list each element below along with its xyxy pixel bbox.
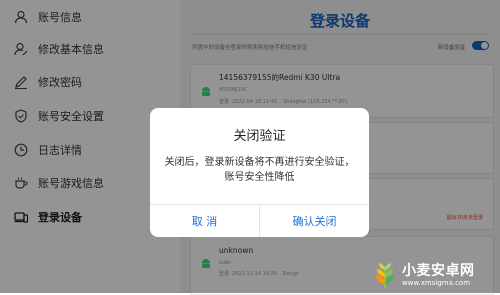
dialog-title: 关闭验证: [233, 129, 286, 144]
confirm-close-button[interactable]: 确认关闭: [260, 205, 369, 237]
watermark: 小麦安卓网 www.xmsigma.com: [368, 256, 500, 293]
wheat-logo-icon: [376, 262, 394, 288]
dialog-message: 关闭后，登录新设备将不再进行安全验证，账号安全性降低: [164, 157, 355, 183]
cancel-button[interactable]: 取 消: [150, 205, 259, 237]
watermark-url: www.xmsigma.com: [402, 278, 471, 287]
close-verification-dialog: 关闭验证 关闭后，登录新设备将不再进行安全验证，账号安全性降低 取 消 确认关闭: [150, 108, 369, 237]
watermark-name: 小麦安卓网: [402, 262, 475, 279]
